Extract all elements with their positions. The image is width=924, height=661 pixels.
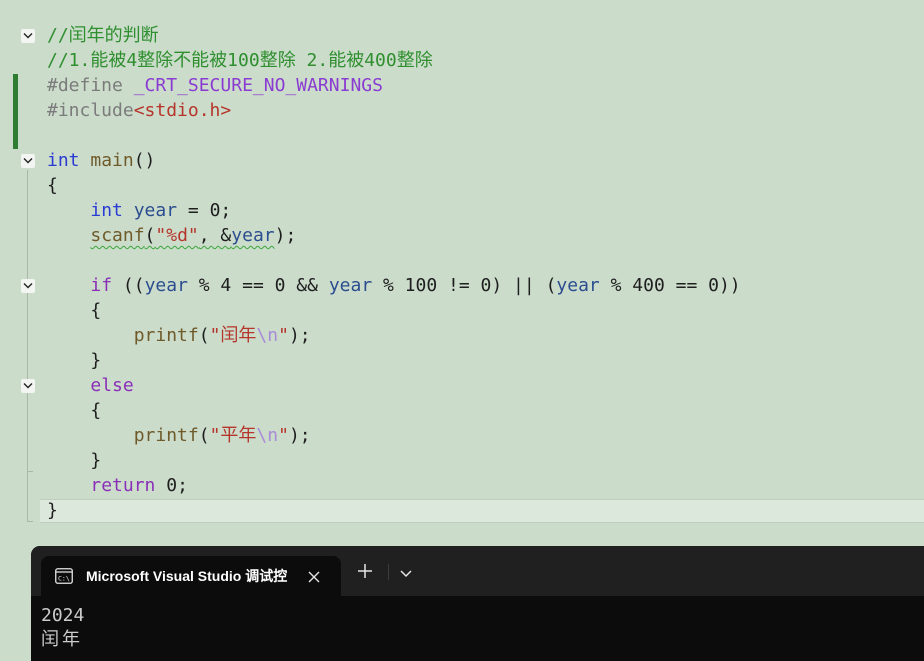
variable: year xyxy=(328,275,373,296)
preprocessor-directive: #include xyxy=(47,100,134,121)
punctuation: ); xyxy=(288,325,311,346)
escape-sequence: \n xyxy=(256,325,279,346)
brace: { xyxy=(47,175,58,196)
code-line-4: #include<stdio.h> xyxy=(47,98,231,123)
variable: year xyxy=(231,225,275,246)
fold-collapse-icon[interactable] xyxy=(21,29,35,43)
preprocessor-directive: #define xyxy=(47,75,123,96)
punctuation: ( xyxy=(198,425,210,446)
function-call: scanf xyxy=(90,225,145,246)
console-tab[interactable]: C:\ Microsoft Visual Studio 调试控 xyxy=(41,556,341,596)
code-line-2: //1.能被4整除不能被100整除 2.能被400整除 xyxy=(47,48,433,73)
fold-guide-if xyxy=(27,295,28,375)
control-keyword: return xyxy=(90,475,156,496)
function-name: main xyxy=(90,150,134,171)
code-text: % 400 == 0)) xyxy=(599,275,741,296)
punctuation: ); xyxy=(274,225,297,246)
code-text: % 4 == 0 && xyxy=(187,275,329,296)
warning-squiggle[interactable]: scanf("%d", &year xyxy=(90,225,274,246)
console-tab-title: Microsoft Visual Studio 调试控 xyxy=(86,568,288,584)
variable: year xyxy=(133,200,178,221)
brace: } xyxy=(47,500,58,521)
punctuation: ( xyxy=(198,325,210,346)
code-line-8: int year = 0; xyxy=(47,198,231,223)
type-keyword: int xyxy=(90,200,123,221)
code-line-20: } xyxy=(47,498,58,523)
console-output-line: 2024 xyxy=(41,605,85,626)
punctuation: ( xyxy=(144,225,156,246)
punctuation: ); xyxy=(288,425,311,446)
brace: } xyxy=(90,350,102,371)
string-literal: " xyxy=(278,325,289,346)
function-call: printf xyxy=(133,325,199,346)
variable: year xyxy=(144,275,188,296)
code-line-15: else xyxy=(47,373,134,398)
fold-guide-tick xyxy=(27,521,33,522)
code-line-3: #define _CRT_SECURE_NO_WARNINGS xyxy=(47,73,383,98)
macro-name: _CRT_SECURE_NO_WARNINGS xyxy=(133,75,383,96)
variable: year xyxy=(556,275,600,296)
type-keyword: int xyxy=(47,150,80,171)
current-line-highlight xyxy=(40,499,924,523)
string-literal: " xyxy=(278,425,289,446)
fold-collapse-icon[interactable] xyxy=(21,154,35,168)
code-line-13: printf("闰年\n"); xyxy=(47,323,311,348)
code-line-18: } xyxy=(47,448,101,473)
code-text: (( xyxy=(112,275,145,296)
code-line-11: if ((year % 4 == 0 && year % 100 != 0) |… xyxy=(47,273,741,298)
include-header: <stdio.h> xyxy=(133,100,232,121)
plus-icon[interactable] xyxy=(357,563,373,579)
tab-divider xyxy=(388,564,389,580)
console-tab-bar: C:\ Microsoft Visual Studio 调试控 xyxy=(31,546,924,596)
string-literal: "闰年 xyxy=(209,325,257,346)
comment: //闰年的判断 xyxy=(47,25,159,46)
console-window[interactable]: C:\ Microsoft Visual Studio 调试控 2024 闰年 xyxy=(31,546,924,661)
fold-guide-else xyxy=(27,395,28,472)
code-line-1: //闰年的判断 xyxy=(47,23,159,48)
svg-text:C:\: C:\ xyxy=(58,575,70,583)
fold-collapse-icon[interactable] xyxy=(21,279,35,293)
console-app-icon: C:\ xyxy=(55,568,73,588)
brace: { xyxy=(90,400,102,421)
comment: //1.能被4整除不能被100整除 2.能被400整除 xyxy=(47,50,433,71)
console-output: 2024 闰年 xyxy=(41,604,84,652)
function-call: printf xyxy=(133,425,199,446)
code-line-7: { xyxy=(47,173,58,198)
string-literal: "%d" xyxy=(155,225,199,246)
brace: { xyxy=(90,300,102,321)
code-editor[interactable]: //闰年的判断 //1.能被4整除不能被100整除 2.能被400整除 #def… xyxy=(0,0,924,540)
code-text: % 100 != 0) || ( xyxy=(372,275,557,296)
console-output-line: 闰年 xyxy=(41,629,83,650)
code-line-9: scanf("%d", &year); xyxy=(47,223,296,248)
control-keyword: if xyxy=(90,275,113,296)
brace: } xyxy=(90,450,102,471)
code-line-12: { xyxy=(47,298,101,323)
fold-collapse-icon[interactable] xyxy=(21,379,35,393)
punctuation: () xyxy=(133,150,156,171)
escape-sequence: \n xyxy=(256,425,279,446)
code-text: 0; xyxy=(155,475,188,496)
code-line-6: int main() xyxy=(47,148,155,173)
close-icon[interactable] xyxy=(307,569,321,583)
string-literal: "平年 xyxy=(209,425,257,446)
control-keyword: else xyxy=(90,375,134,396)
change-indicator-bar xyxy=(13,74,18,149)
chevron-down-icon[interactable] xyxy=(399,565,413,578)
code-line-19: return 0; xyxy=(47,473,188,498)
code-line-16: { xyxy=(47,398,101,423)
code-text: = 0; xyxy=(177,200,232,221)
code-line-17: printf("平年\n"); xyxy=(47,423,311,448)
code-text: , & xyxy=(198,225,232,246)
code-line-14: } xyxy=(47,348,101,373)
